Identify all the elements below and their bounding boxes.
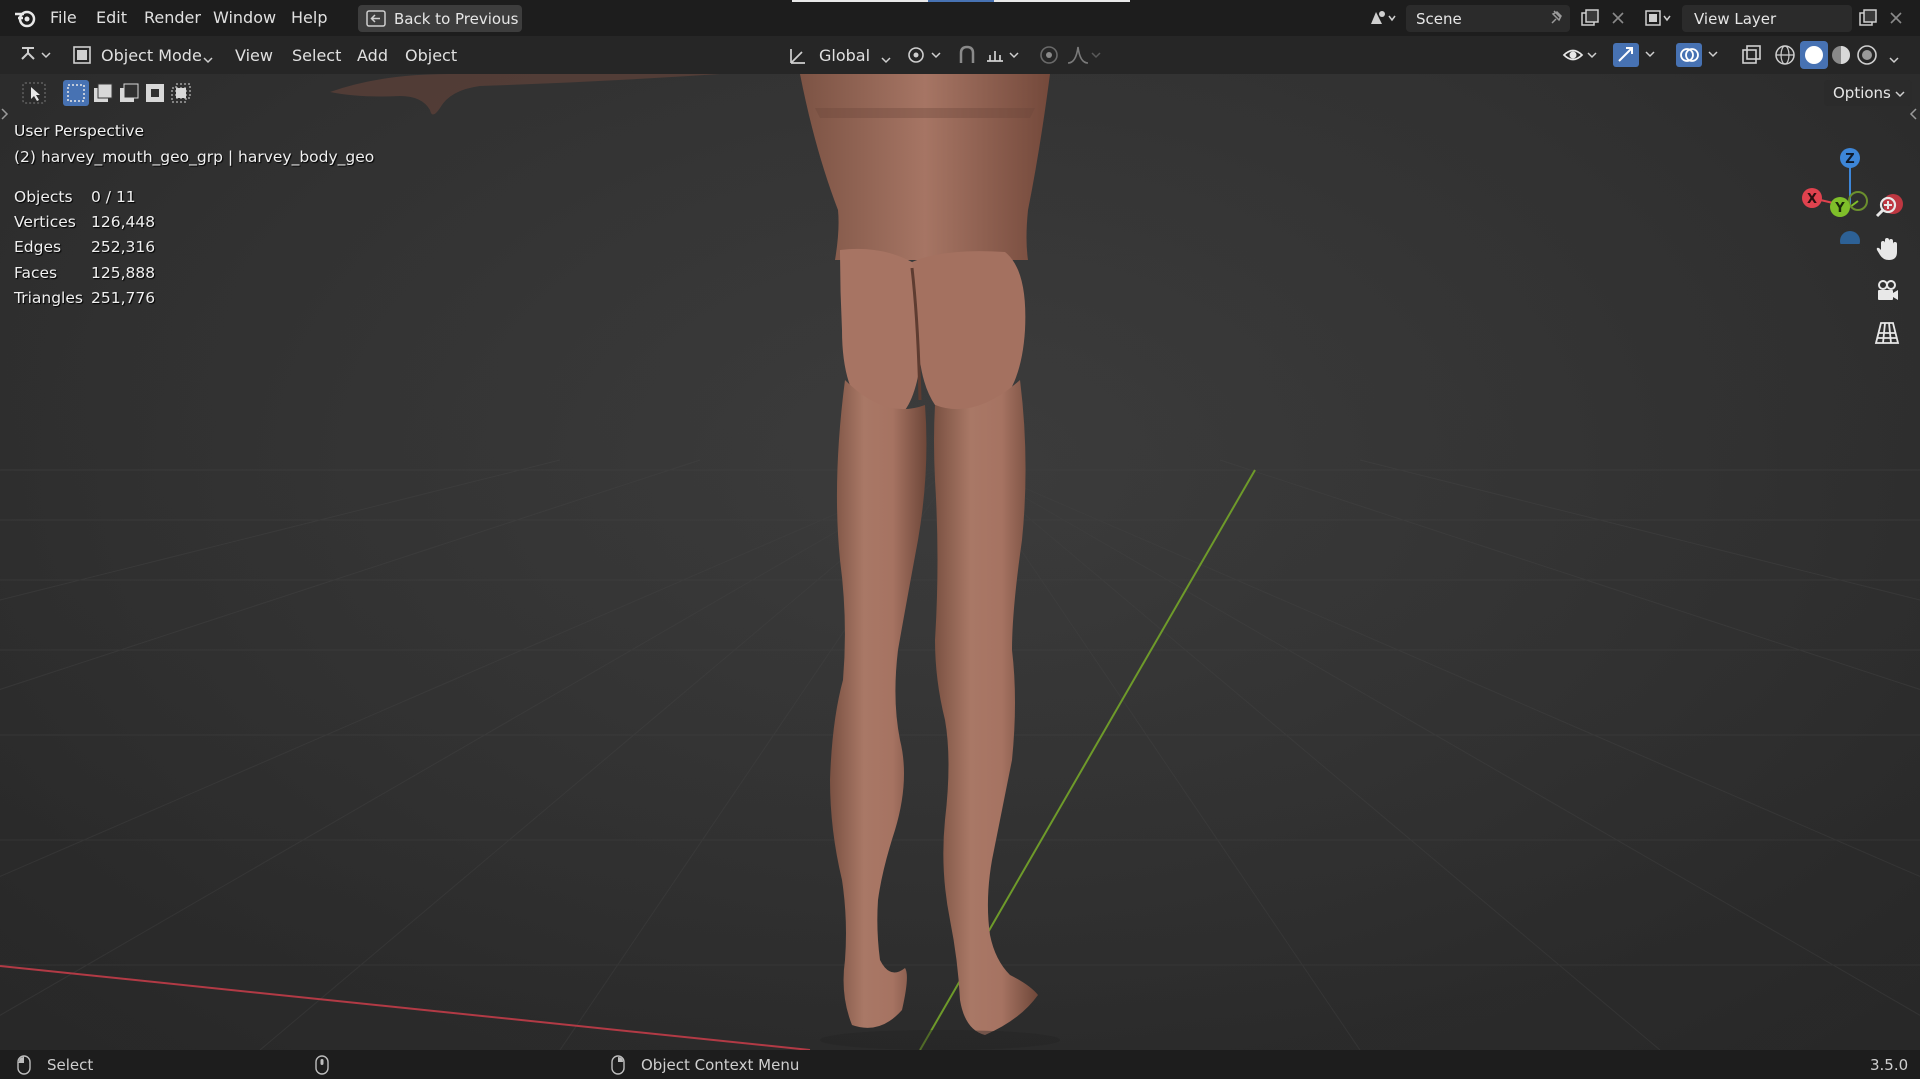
gizmo-toggle-icon[interactable] (1612, 41, 1660, 73)
options-label: Options (1833, 84, 1891, 102)
new-view-layer-icon[interactable] (1858, 8, 1878, 32)
viewport-scene (0, 74, 1920, 1050)
back-to-previous-button[interactable]: Back to Previous (358, 5, 522, 32)
pin-icon[interactable] (1548, 9, 1566, 31)
menu-select[interactable]: Select (292, 46, 341, 65)
stat-faces-label: Faces (14, 264, 58, 282)
stat-vertices-label: Vertices (14, 213, 76, 231)
back-to-previous-label: Back to Previous (394, 10, 519, 28)
proportional-editing-icon[interactable] (1038, 44, 1060, 70)
left-mouse-icon (16, 1055, 32, 1079)
view-layer-name: View Layer (1694, 10, 1777, 28)
stat-triangles-label: Triangles (14, 289, 83, 307)
proportional-falloff-icon[interactable] (1066, 44, 1106, 70)
select-subtract-icon[interactable] (118, 82, 140, 108)
xray-toggle-icon[interactable] (1740, 44, 1762, 70)
object-mode-icon (72, 45, 92, 69)
stat-faces-value: 125,888 (91, 264, 156, 282)
material-shading-icon[interactable] (1830, 44, 1852, 70)
perspective-grid-icon[interactable] (1874, 320, 1900, 350)
navigation-gizmo[interactable]: Z X Y (1790, 124, 1910, 244)
transform-orientation-dropdown[interactable]: Global (819, 46, 870, 65)
overlays-toggle-icon[interactable] (1675, 41, 1723, 73)
status-bar: Select Object Context Menu 3.5.0 (0, 1050, 1920, 1079)
top-menu-bar: File Edit Render Window Help Back to Pre… (0, 0, 1920, 36)
visibility-eye-icon[interactable] (1562, 44, 1602, 70)
shading-chevron-down-icon[interactable] (1888, 50, 1900, 69)
blender-logo-icon[interactable] (14, 8, 36, 32)
stat-edges-value: 252,316 (91, 238, 156, 256)
3d-viewport[interactable]: User Perspective (2) harvey_mouth_geo_gr… (0, 74, 1920, 1050)
menu-edit[interactable]: Edit (96, 8, 127, 27)
menu-help[interactable]: Help (291, 8, 327, 27)
select-new-icon[interactable] (63, 80, 89, 110)
editor-type-icon[interactable] (18, 44, 58, 70)
menu-window[interactable]: Window (213, 8, 276, 27)
menu-view[interactable]: View (235, 46, 273, 65)
pivot-point-icon[interactable] (906, 44, 946, 70)
wireframe-shading-icon[interactable] (1774, 44, 1796, 70)
status-context-menu-hint: Object Context Menu (641, 1056, 800, 1074)
sidebar-toggle-icon[interactable] (1908, 106, 1918, 126)
stat-edges-label: Edges (14, 238, 62, 256)
select-invert-icon[interactable] (144, 82, 166, 108)
workspace-tab-active (928, 0, 994, 2)
menu-add[interactable]: Add (357, 46, 388, 65)
view-perspective-label: User Perspective (14, 122, 145, 140)
menu-file[interactable]: File (50, 8, 77, 27)
snap-magnet-icon[interactable] (956, 44, 978, 70)
scene-name-field[interactable]: Scene (1406, 5, 1570, 32)
snap-target-icon[interactable] (984, 44, 1024, 70)
view-layer-icon[interactable] (1644, 8, 1674, 32)
options-dropdown[interactable]: Options (1824, 80, 1912, 106)
rendered-shading-icon[interactable] (1856, 44, 1878, 70)
toolbar-toggle-icon[interactable] (0, 106, 10, 126)
pan-hand-icon[interactable] (1874, 236, 1900, 266)
view-layer-field[interactable]: View Layer (1682, 5, 1852, 32)
gizmo-x-label: X (1807, 192, 1817, 207)
close-scene-icon[interactable] (1610, 10, 1626, 30)
mode-chevron-down-icon[interactable] (202, 50, 214, 69)
select-extend-icon[interactable] (92, 82, 114, 108)
stat-objects-value: 0 / 11 (91, 188, 136, 206)
gizmo-y-label: Y (1834, 201, 1845, 216)
object-mode-dropdown[interactable]: Object Mode (101, 46, 202, 65)
stat-objects-label: Objects (14, 188, 73, 206)
blender-version: 3.5.0 (1870, 1056, 1909, 1074)
right-mouse-icon (610, 1055, 626, 1079)
middle-mouse-icon (314, 1055, 330, 1079)
stat-vertices-value: 126,448 (91, 213, 156, 231)
menu-render[interactable]: Render (144, 8, 201, 27)
close-view-layer-icon[interactable] (1888, 10, 1904, 30)
stat-triangles-value: 251,776 (91, 289, 156, 307)
back-arrow-icon (366, 10, 386, 27)
status-select-hint: Select (47, 1056, 94, 1074)
new-scene-icon[interactable] (1580, 8, 1600, 32)
options-chevron-down-icon (1895, 91, 1905, 98)
active-object-label: (2) harvey_mouth_geo_grp | harvey_body_g… (14, 148, 375, 166)
transform-orientation-icon (788, 44, 810, 70)
select-tool-icon[interactable] (22, 82, 46, 108)
scene-name: Scene (1416, 10, 1462, 28)
orientation-chevron-down-icon[interactable] (880, 50, 892, 69)
menu-object[interactable]: Object (405, 46, 457, 65)
camera-icon[interactable] (1874, 278, 1900, 308)
gizmo-z-label: Z (1845, 152, 1854, 167)
select-intersect-icon[interactable] (170, 82, 192, 108)
scene-icon[interactable] (1368, 8, 1398, 32)
zoom-icon[interactable] (1874, 194, 1900, 224)
solid-shading-icon[interactable] (1800, 41, 1828, 73)
